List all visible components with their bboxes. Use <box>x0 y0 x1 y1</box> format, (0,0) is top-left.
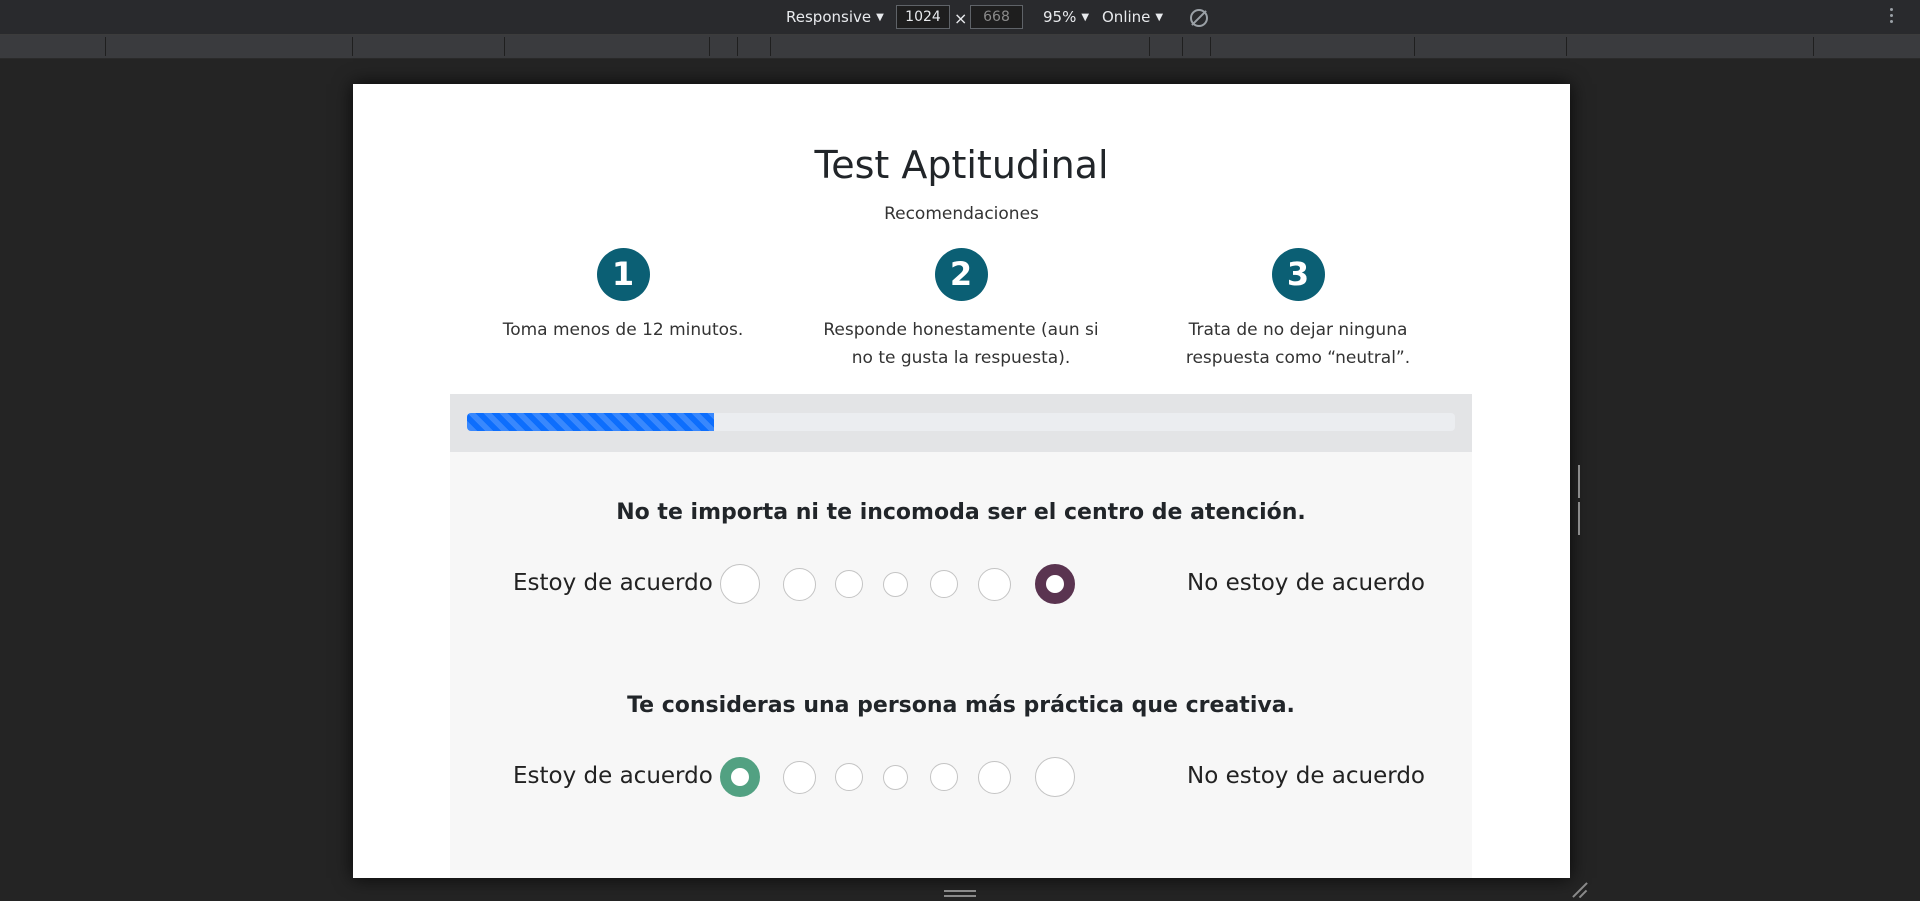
answer-option-4[interactable] <box>882 764 908 790</box>
device-label: Responsive <box>786 8 872 26</box>
agree-label: Estoy de acuerdo <box>513 763 713 789</box>
media-query-bar[interactable] <box>0 35 1920 59</box>
answer-option-3[interactable] <box>835 763 863 791</box>
viewport-height-input[interactable] <box>970 5 1023 29</box>
dimension-separator: × <box>954 9 968 28</box>
step-number-badge: 3 <box>1271 248 1325 301</box>
answer-option-5[interactable] <box>930 570 958 598</box>
step-text: Trata de no dejar ninguna respuesta como… <box>1185 320 1411 368</box>
answer-option-7[interactable] <box>1035 757 1075 797</box>
device-toolbar: Responsive ▼ × 95% ▼ Online ▼ <box>0 0 1920 35</box>
answer-option-6[interactable] <box>977 567 1011 601</box>
question-text: No te importa ni te incomoda ser el cent… <box>616 500 1306 525</box>
page-title: Test Aptitudinal <box>814 143 1109 187</box>
answer-option-5[interactable] <box>930 763 958 791</box>
question-list: No te importa ni te incomoda ser el cent… <box>450 452 1472 878</box>
agree-label: Estoy de acuerdo <box>513 570 713 596</box>
progress-section <box>450 394 1472 452</box>
answer-option-2[interactable] <box>782 760 816 794</box>
answer-option-4[interactable] <box>882 571 908 597</box>
page-subtitle: Recomendaciones <box>884 204 1039 224</box>
resize-handle-right[interactable] <box>1578 465 1585 535</box>
resize-handle-bottom[interactable] <box>944 890 976 897</box>
viewport-width-input[interactable] <box>896 5 950 29</box>
answer-option-1[interactable] <box>720 757 760 797</box>
step-2: 2 Responde honestamente (aun si no te gu… <box>801 248 1121 372</box>
resize-handle-corner[interactable] <box>1572 882 1588 898</box>
step-3: 3 Trata de no dejar ninguna respuesta co… <box>1138 248 1458 372</box>
answer-option-2[interactable] <box>782 567 816 601</box>
caret-down-icon: ▼ <box>1155 12 1164 23</box>
caret-down-icon: ▼ <box>876 12 884 23</box>
disagree-label: No estoy de acuerdo <box>1187 763 1425 789</box>
progress-bar <box>467 413 714 431</box>
answer-option-1[interactable] <box>720 564 760 604</box>
zoom-label: 95% <box>1043 8 1077 26</box>
answer-option-7[interactable] <box>1035 564 1075 604</box>
device-viewport: Test Aptitudinal Recomendaciones 1 Toma … <box>353 84 1570 878</box>
answer-option-3[interactable] <box>835 570 863 598</box>
step-text: Toma menos de 12 minutos. <box>502 320 744 340</box>
caret-down-icon: ▼ <box>1081 12 1090 23</box>
throttle-dropdown[interactable]: Online ▼ <box>1102 0 1163 34</box>
step-number-badge: 1 <box>596 248 650 301</box>
step-text: Responde honestamente (aun si no te gust… <box>823 320 1099 368</box>
step-number-badge: 2 <box>934 248 988 301</box>
throttle-label: Online <box>1102 8 1151 26</box>
disagree-label: No estoy de acuerdo <box>1187 570 1425 596</box>
zoom-dropdown[interactable]: 95% ▼ <box>1043 0 1089 34</box>
question-text: Te consideras una persona más práctica q… <box>627 693 1295 718</box>
more-options-icon[interactable] <box>1890 8 1894 26</box>
step-1: 1 Toma menos de 12 minutos. <box>463 248 783 344</box>
progress-track <box>467 413 1455 431</box>
rotate-icon[interactable] <box>1190 9 1208 27</box>
device-dropdown[interactable]: Responsive ▼ <box>786 0 884 34</box>
answer-option-6[interactable] <box>977 760 1011 794</box>
